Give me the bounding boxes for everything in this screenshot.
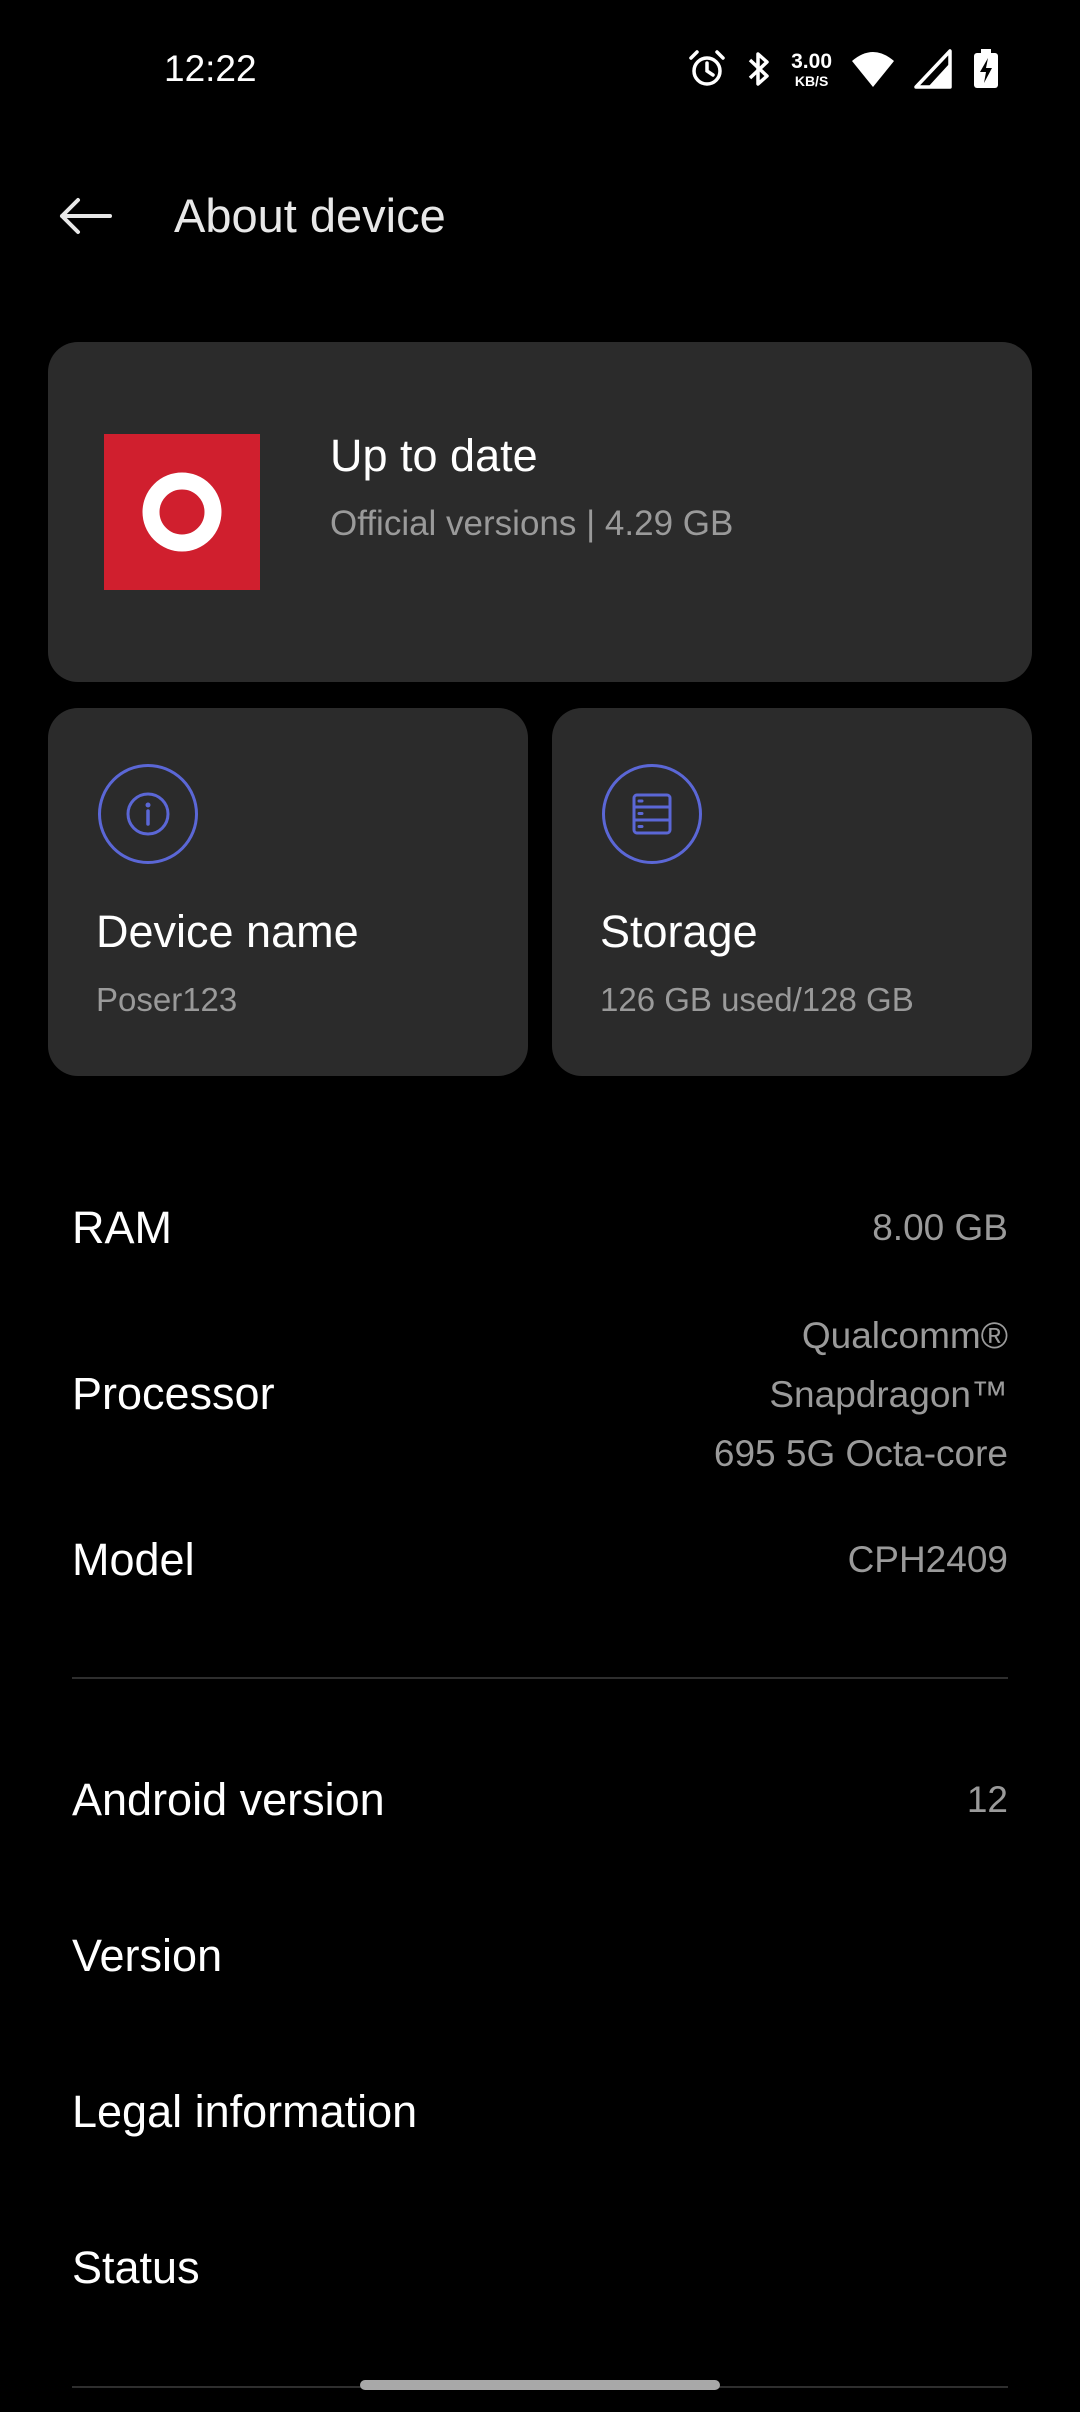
storage-title: Storage [600, 906, 758, 957]
section-divider [72, 1677, 1008, 1679]
wifi-icon [850, 49, 896, 89]
processor-value: Qualcomm® Snapdragon™ 695 5G Octa-core [714, 1306, 1008, 1483]
storage-card[interactable]: Storage 126 GB used/128 GB [552, 708, 1032, 1076]
device-name-title: Device name [96, 906, 359, 957]
processor-value-line: 695 5G Octa-core [713, 1433, 1008, 1474]
update-status-subtitle: Official versions | 4.29 GB [330, 504, 734, 543]
alarm-icon [687, 49, 727, 89]
status-icons: 3.00 KB/S [687, 44, 1000, 94]
ram-label: RAM [72, 1202, 172, 1253]
page-title: About device [174, 189, 446, 242]
android-version-label: Android version [72, 1774, 385, 1825]
device-name-card[interactable]: Device name Poser123 [48, 708, 528, 1076]
processor-value-line: Snapdragon™ [769, 1374, 1008, 1415]
status-label: Status [72, 2242, 200, 2293]
battery-charging-icon [972, 48, 1000, 90]
storage-value: 126 GB used/128 GB [600, 981, 914, 1018]
processor-label: Processor [72, 1368, 275, 1419]
version-label: Version [72, 1930, 223, 1981]
back-button[interactable] [56, 176, 116, 256]
processor-value-line: Qualcomm® [801, 1315, 1008, 1356]
android-version-value: 12 [966, 1779, 1008, 1820]
bluetooth-icon [745, 49, 773, 89]
version-row[interactable]: Version [0, 1900, 1080, 2020]
legal-information-row[interactable]: Legal information [0, 2056, 1080, 2176]
device-name-value: Poser123 [96, 981, 238, 1018]
info-icon [98, 764, 198, 864]
android-version-row[interactable]: Android version 12 [0, 1740, 1080, 1860]
model-label: Model [72, 1534, 195, 1585]
os-logo-icon [104, 434, 260, 590]
update-status-title: Up to date [330, 430, 538, 481]
status-time: 12:22 [164, 48, 257, 89]
arrow-left-icon [60, 198, 112, 234]
signal-icon [914, 49, 954, 89]
network-speed: 3.00 KB/S [791, 51, 832, 88]
network-speed-unit: KB/S [794, 72, 829, 89]
software-update-card[interactable]: Up to date Official versions | 4.29 GB [48, 342, 1032, 682]
network-speed-value: 3.00 [791, 49, 832, 73]
status-row[interactable]: Status [0, 2212, 1080, 2332]
home-indicator[interactable] [360, 2380, 720, 2390]
legal-information-label: Legal information [72, 2086, 418, 2137]
ram-value: 8.00 GB [872, 1207, 1008, 1248]
storage-icon [602, 764, 702, 864]
model-value: CPH2409 [847, 1539, 1008, 1580]
